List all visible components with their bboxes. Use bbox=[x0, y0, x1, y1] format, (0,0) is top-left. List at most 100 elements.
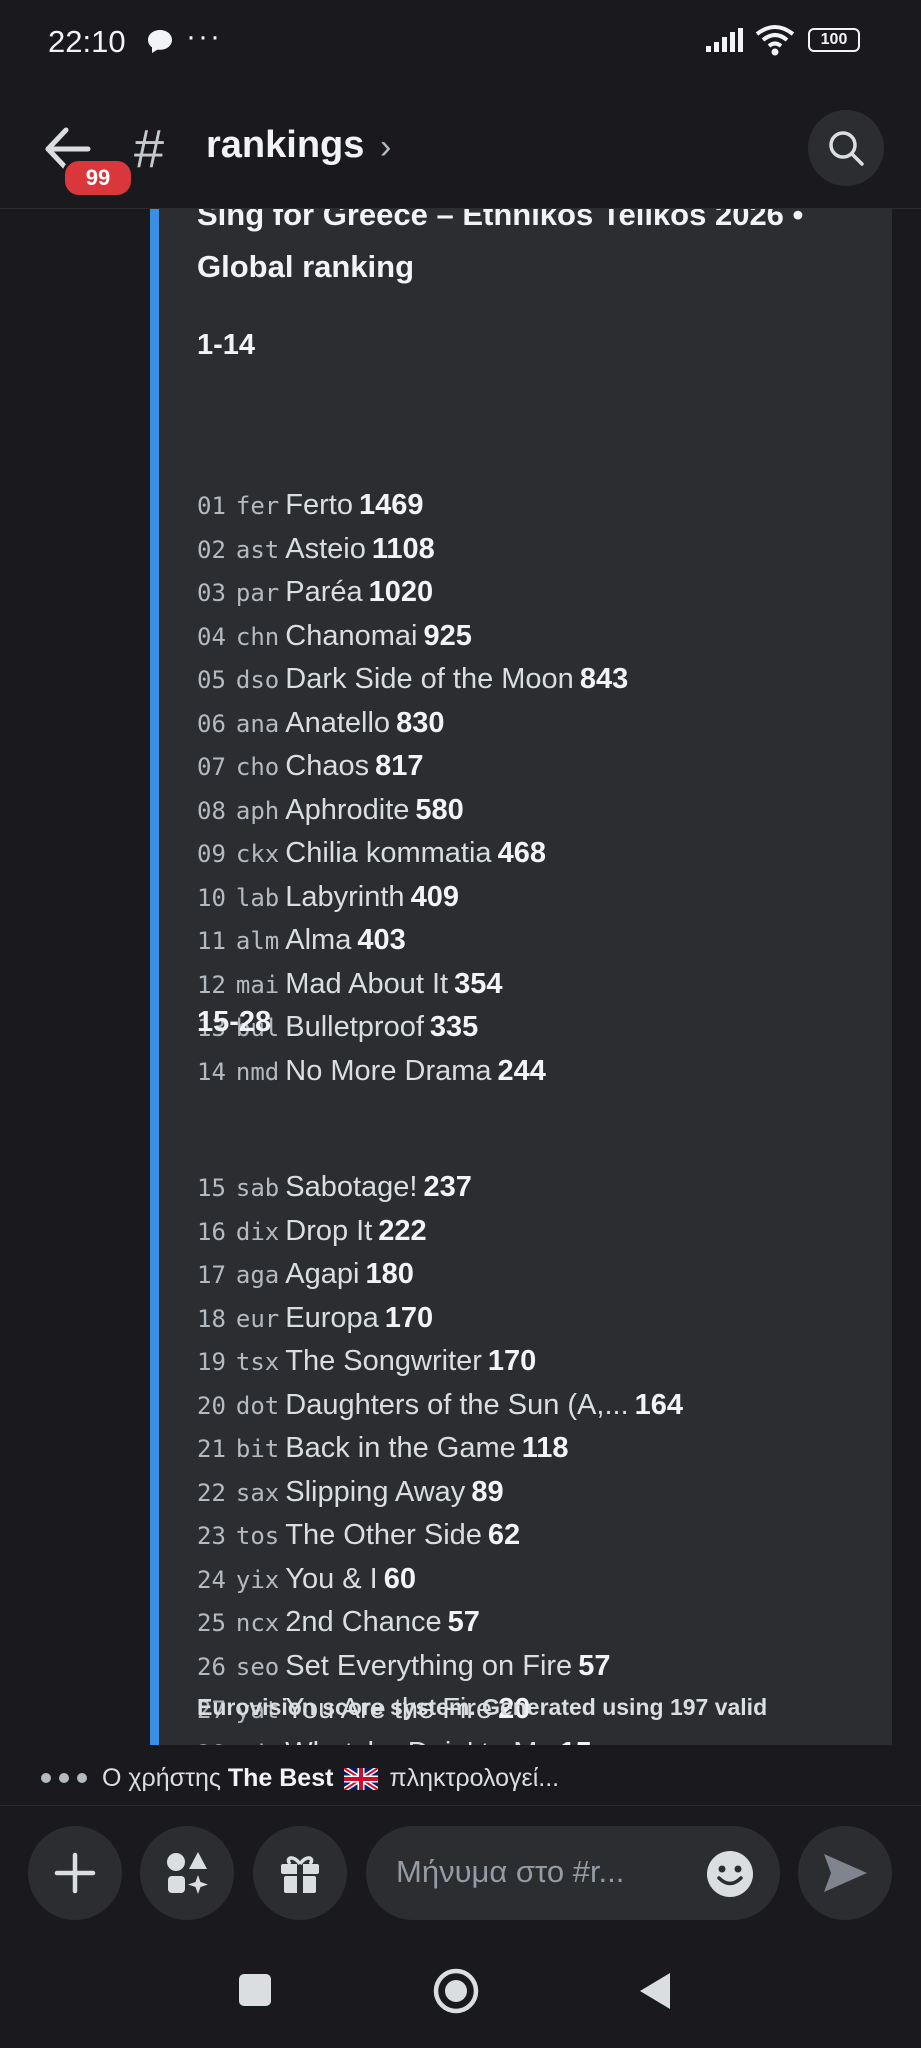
recents-square-icon[interactable] bbox=[238, 1973, 272, 2007]
channel-hash-icon: # bbox=[134, 119, 165, 179]
ranking-code: ncx bbox=[235, 1609, 280, 1637]
ranking-embed: Sing for Greece – Ethnikos Telikos 2026 … bbox=[150, 209, 892, 1745]
ranking-score: 843 bbox=[579, 663, 629, 695]
ranking-code: par bbox=[235, 579, 280, 607]
channel-header: # rankings › bbox=[0, 90, 921, 209]
ranking-rank: 12 bbox=[197, 970, 226, 999]
status-more-dots: ··· bbox=[186, 20, 222, 53]
ranking-song: The Songwriter bbox=[285, 1345, 482, 1377]
message-composer: Μήνυμα στο #r... bbox=[0, 1805, 921, 1936]
embed-title: Sing for Greece – Ethnikos Telikos 2026 … bbox=[197, 209, 804, 284]
ranking-code: dix bbox=[235, 1217, 280, 1246]
ranking-song: Aphrodite bbox=[285, 793, 410, 826]
ranking-song: Chilia kommatia bbox=[285, 837, 492, 869]
ranking-code: dot bbox=[235, 1391, 280, 1420]
typing-suffix: πληκτρολογεί... bbox=[389, 1764, 560, 1792]
ranking-rank: 18 bbox=[197, 1304, 226, 1333]
ranking-song: Anatello bbox=[285, 706, 391, 739]
ranking-song: Sabotage! bbox=[285, 1171, 418, 1203]
ranking-row: 09 ckx Chilia kommatia 468 bbox=[197, 833, 546, 874]
ranking-score: 925 bbox=[423, 619, 472, 652]
ranking-score: 468 bbox=[497, 837, 546, 869]
ranking-score: 237 bbox=[423, 1171, 472, 1203]
ranking-code: ana bbox=[235, 709, 280, 738]
ranking-code: sax bbox=[235, 1478, 280, 1507]
ranking-score: 1108 bbox=[371, 532, 435, 565]
gift-button[interactable] bbox=[253, 1826, 347, 1920]
ranking-score: 57 bbox=[578, 1649, 611, 1682]
system-nav-bar bbox=[0, 1935, 921, 2048]
ranking-song: Whatcha Doin' to Me bbox=[285, 1737, 553, 1746]
ranking-rank: 07 bbox=[197, 753, 226, 781]
ranking-row: 20 dot Daughters of the Sun (A,... 164 bbox=[197, 1385, 683, 1426]
ranking-rank: 01 bbox=[197, 492, 226, 520]
ranking-row: 06 ana Anatello 830 bbox=[197, 703, 444, 744]
ranking-song: Dark Side of the Moon bbox=[285, 663, 574, 695]
add-button[interactable] bbox=[28, 1826, 122, 1920]
section-heading: 1-14 bbox=[197, 329, 256, 361]
chevron-right-icon[interactable]: › bbox=[380, 128, 391, 167]
ranking-score: 354 bbox=[454, 967, 503, 1000]
section-heading: 15-28 bbox=[197, 1006, 272, 1038]
ranking-rank: 16 bbox=[197, 1217, 226, 1246]
send-button[interactable] bbox=[798, 1826, 892, 1920]
ranking-code: tsx bbox=[235, 1348, 280, 1376]
ranking-score: 180 bbox=[365, 1258, 414, 1290]
ranking-row: 08 aph Aphrodite 580 bbox=[197, 790, 464, 831]
ranking-row: 28 wdt Whatcha Doin' to Me 15 bbox=[197, 1733, 592, 1746]
ranking-score: 1020 bbox=[368, 576, 434, 608]
home-circle-icon[interactable] bbox=[432, 1967, 480, 2015]
ranking-row: 12 mai Mad About It 354 bbox=[197, 964, 502, 1005]
ranking-song: Europa bbox=[285, 1301, 379, 1334]
ranking-code: wdt bbox=[236, 1740, 279, 1746]
ranking-score: 57 bbox=[447, 1606, 480, 1638]
ranking-song: You & I bbox=[285, 1562, 378, 1595]
ranking-rank: 24 bbox=[197, 1565, 226, 1594]
ranking-code: aga bbox=[235, 1261, 280, 1289]
ranking-code: mai bbox=[235, 970, 280, 999]
back-triangle-icon[interactable] bbox=[638, 1971, 672, 2011]
channel-name[interactable]: rankings bbox=[206, 124, 364, 167]
ranking-rank: 26 bbox=[197, 1652, 226, 1681]
ranking-row: 21 bit Back in the Game 118 bbox=[197, 1428, 569, 1469]
ranking-code: nmd bbox=[235, 1057, 280, 1086]
ranking-rank: 06 bbox=[197, 709, 226, 738]
ranking-rank: 05 bbox=[197, 666, 226, 694]
ranking-score: 15 bbox=[560, 1737, 592, 1746]
ranking-rank: 28 bbox=[197, 1740, 226, 1746]
ranking-rank: 25 bbox=[197, 1609, 226, 1637]
ranking-song: Ferto bbox=[285, 489, 353, 521]
emoji-icon[interactable] bbox=[706, 1850, 754, 1898]
ranking-row: 23 tos The Other Side 62 bbox=[197, 1515, 520, 1556]
ranking-rank: 15 bbox=[197, 1174, 226, 1202]
ranking-rank: 03 bbox=[197, 579, 226, 607]
ranking-row: 10 lab Labyrinth 409 bbox=[197, 877, 459, 918]
ranking-row: 18 eur Europa 170 bbox=[197, 1298, 433, 1339]
search-button[interactable] bbox=[808, 110, 884, 186]
ranking-rank: 19 bbox=[197, 1348, 226, 1376]
ranking-song: Alma bbox=[285, 924, 352, 956]
battery-level: 100 bbox=[820, 31, 848, 48]
ranking-rank: 04 bbox=[197, 622, 226, 651]
typing-prefix: Ο χρήστης bbox=[102, 1764, 221, 1792]
ranking-code: bit bbox=[235, 1435, 280, 1463]
ranking-code: ckx bbox=[235, 840, 280, 868]
ranking-song: Drop It bbox=[285, 1214, 373, 1247]
ranking-row: 04 chn Chanomai 925 bbox=[197, 616, 472, 657]
ranking-song: Chanomai bbox=[285, 619, 418, 652]
ranking-song: Back in the Game bbox=[285, 1432, 516, 1464]
ranking-song: Slipping Away bbox=[285, 1475, 466, 1508]
gift-icon bbox=[281, 1856, 319, 1893]
ranking-code: aph bbox=[235, 796, 280, 825]
ranking-song: Daughters of the Sun (A,... bbox=[285, 1388, 629, 1421]
message-input[interactable]: Μήνυμα στο #r... bbox=[366, 1826, 780, 1920]
ranking-code: eur bbox=[235, 1304, 280, 1333]
ranking-score: 335 bbox=[429, 1011, 479, 1043]
search-icon bbox=[829, 131, 864, 166]
ranking-rank: 17 bbox=[197, 1261, 226, 1289]
ranking-code: seo bbox=[235, 1652, 280, 1681]
typing-indicator: Ο χρήστης The Best πληκτρολογεί... bbox=[0, 1762, 921, 1802]
ranking-rank: 10 bbox=[197, 883, 226, 912]
apps-button[interactable] bbox=[140, 1826, 234, 1920]
ranking-rank: 14 bbox=[197, 1057, 226, 1086]
